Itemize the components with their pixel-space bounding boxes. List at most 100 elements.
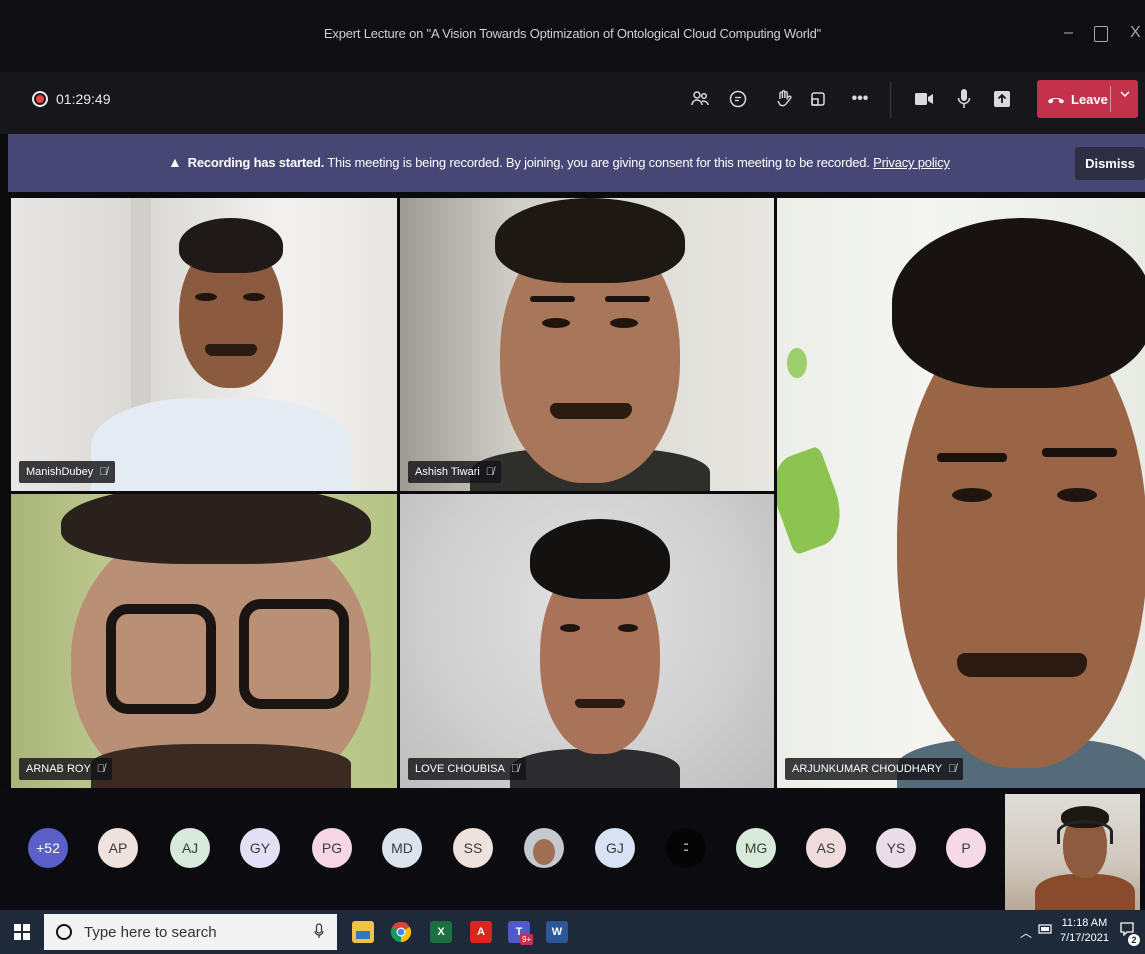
avatar-photo-art: ▪▪ ▪▪ <box>683 842 689 854</box>
hair <box>495 198 685 283</box>
eyebrow <box>937 453 1007 462</box>
avatar-photo[interactable]: ▪▪ ▪▪ <box>666 828 706 868</box>
chrome-icon[interactable] <box>390 921 412 943</box>
video-tile-ashish-tiwari[interactable]: Ashish Tiwari 🎙̸ <box>400 198 774 491</box>
system-clock[interactable]: 11:18 AM 7/17/2021 <box>1060 916 1109 946</box>
video-tile-arnab-roy[interactable]: ARNAB ROY 🎙̸ <box>11 494 397 788</box>
windows-taskbar: Type here to search X A T 9+ W ︿ 11:18 A… <box>0 910 1145 954</box>
participant-name-tag: ManishDubey 🎙̸ <box>19 461 115 483</box>
eye <box>243 293 265 301</box>
video-tile-arjunkumar-choudhary[interactable]: ARJUNKUMAR CHOUDHARY 🎙̸ <box>777 198 1145 788</box>
avatar-photo[interactable] <box>524 828 564 868</box>
raise-hand-icon[interactable] <box>770 85 798 113</box>
hair <box>61 494 371 564</box>
leave-button-label: Leave <box>1071 91 1108 107</box>
participant-name-tag: LOVE CHOUBISA 🎙̸ <box>408 758 527 780</box>
eye <box>1057 488 1097 502</box>
muted-mic-icon: 🎙̸ <box>948 763 957 775</box>
leave-button[interactable]: Leave <box>1037 80 1138 118</box>
meeting-timer: 01:29:49 <box>56 91 111 107</box>
mustache <box>205 344 257 356</box>
shirt <box>1035 874 1135 910</box>
network-icon[interactable] <box>1038 923 1052 938</box>
hair <box>179 218 283 273</box>
more-options-icon[interactable]: ••• <box>846 85 874 113</box>
dismiss-button[interactable]: Dismiss <box>1075 147 1145 180</box>
avatar[interactable]: SS <box>453 828 493 868</box>
microphone-icon[interactable] <box>950 85 978 113</box>
cortana-icon <box>56 924 72 940</box>
participant-name: ARJUNKUMAR CHOUDHARY <box>792 763 943 775</box>
close-button[interactable]: X <box>1130 24 1141 42</box>
eye <box>618 624 638 632</box>
eyebrow <box>1042 448 1117 457</box>
video-tile-love-choubisa[interactable]: LOVE CHOUBISA 🎙̸ <box>400 494 774 788</box>
avatar[interactable]: PG <box>312 828 352 868</box>
eye <box>195 293 217 301</box>
notification-count-badge: 2 <box>1128 934 1140 946</box>
warning-icon: ▲ <box>168 154 182 170</box>
windows-start-icon[interactable] <box>14 924 30 940</box>
avatar[interactable]: AP <box>98 828 138 868</box>
file-explorer-icon[interactable] <box>352 921 374 943</box>
meeting-toolbar: 01:29:49 ••• Leave <box>0 72 1145 134</box>
avatar[interactable]: MD <box>382 828 422 868</box>
eye <box>560 624 580 632</box>
avatar[interactable]: MG <box>736 828 776 868</box>
camera-icon[interactable] <box>910 85 938 113</box>
avatar[interactable]: GY <box>240 828 280 868</box>
avatar[interactable]: YS <box>876 828 916 868</box>
hair <box>892 218 1145 388</box>
more-participants-button[interactable]: +52 <box>28 828 68 868</box>
glasses-lens <box>106 604 216 714</box>
breakout-rooms-icon[interactable] <box>804 85 832 113</box>
avatar[interactable]: AJ <box>170 828 210 868</box>
clock-date: 7/17/2021 <box>1060 932 1109 944</box>
participants-icon[interactable] <box>686 85 714 113</box>
show-hidden-icons-chevron-icon[interactable]: ︿ <box>1020 924 1032 941</box>
taskbar-search-box[interactable]: Type here to search <box>44 914 337 950</box>
participant-name: ManishDubey <box>26 466 94 478</box>
avatar[interactable]: GJ <box>595 828 635 868</box>
microphone-icon[interactable] <box>314 923 324 942</box>
maximize-button[interactable] <box>1094 26 1108 42</box>
beard <box>91 744 351 788</box>
eyebrow <box>605 296 650 302</box>
video-tile-manishdubey[interactable]: ManishDubey 🎙̸ <box>11 198 397 491</box>
phone-hangup-icon <box>1047 92 1065 107</box>
recording-message: ▲ Recording has started. This meeting is … <box>168 154 950 170</box>
excel-icon[interactable]: X <box>430 921 452 943</box>
chat-icon[interactable] <box>724 85 752 113</box>
leave-dropdown-chevron-icon[interactable] <box>1119 88 1131 103</box>
mustache <box>550 403 632 419</box>
eye <box>952 488 992 502</box>
title-bar: Expert Lecture on "A Vision Towards Opti… <box>0 0 1145 72</box>
eye <box>542 318 570 328</box>
mustache <box>575 699 625 708</box>
teams-notification-badge: 9+ <box>520 934 534 945</box>
headphones-icon <box>1057 820 1113 844</box>
avatar[interactable]: AS <box>806 828 846 868</box>
recording-indicator-icon <box>32 91 48 107</box>
window-title: Expert Lecture on "A Vision Towards Opti… <box>323 26 822 41</box>
eye <box>610 318 638 328</box>
acrobat-icon[interactable]: A <box>470 921 492 943</box>
word-icon[interactable]: W <box>546 921 568 943</box>
recording-banner: ▲ Recording has started. This meeting is … <box>8 134 1145 192</box>
toolbar-separator <box>890 82 891 118</box>
share-screen-icon[interactable] <box>988 85 1016 113</box>
mustache <box>957 653 1087 677</box>
participant-name: LOVE CHOUBISA <box>415 763 505 775</box>
avatar[interactable]: P <box>946 828 986 868</box>
muted-mic-icon: 🎙̸ <box>99 466 108 478</box>
self-view-video[interactable] <box>1005 794 1140 910</box>
participant-name-tag: ARNAB ROY 🎙̸ <box>19 758 113 780</box>
leave-divider <box>1110 86 1111 112</box>
participant-name-tag: Ashish Tiwari 🎙̸ <box>408 461 502 483</box>
participant-name: ARNAB ROY <box>26 763 91 775</box>
shirt <box>510 749 680 788</box>
minimize-button[interactable]: – <box>1064 24 1073 42</box>
privacy-policy-link[interactable]: Privacy policy <box>873 155 950 170</box>
teams-meeting-window: Expert Lecture on "A Vision Towards Opti… <box>0 0 1145 954</box>
shirt <box>91 398 351 491</box>
